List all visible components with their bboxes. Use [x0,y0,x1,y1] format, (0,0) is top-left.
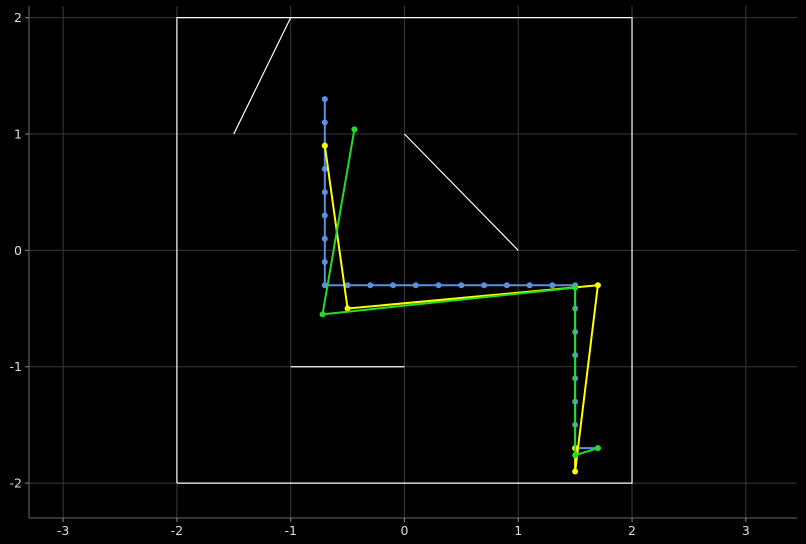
y-tick-label: 0 [14,243,22,258]
data-point [321,189,328,196]
data-series [319,96,601,475]
data-point [321,119,328,126]
series-line [323,99,598,450]
tick-labels: -3 -2 -1 0 1 2 3 -2 -1 0 1 2 [10,10,750,538]
x-tick-label: -3 [57,523,69,538]
data-point [594,445,601,452]
x-tick-label: -2 [171,523,183,538]
y-tick-label: 1 [14,127,22,142]
axes [25,6,797,522]
data-point [458,282,465,289]
series-3 [319,126,601,459]
y-tick-label: -2 [10,476,22,491]
data-point [572,452,579,459]
grid [29,6,797,518]
reference-shape [233,17,292,135]
x-tick-label: 0 [400,523,408,538]
data-point [526,282,533,289]
chart: -3 -2 -1 0 1 2 3 -2 -1 0 1 2 [10,6,797,538]
data-point [367,282,374,289]
x-tick-label: -1 [284,523,296,538]
data-point [594,282,601,289]
data-point [321,96,328,103]
data-point [435,282,442,289]
data-point [321,142,328,149]
x-tick-label: 2 [628,523,636,538]
data-point [351,126,358,133]
data-point [390,282,397,289]
y-tick-label: 2 [14,10,22,25]
data-point [319,311,326,318]
data-point [549,282,556,289]
data-point [572,468,579,475]
data-point [503,282,510,289]
series-1 [321,96,601,452]
x-tick-label: 3 [742,523,750,538]
series-line [323,145,599,473]
series-line [321,129,599,457]
reference-shape [404,133,519,251]
data-point [321,212,328,219]
x-tick-label: 1 [514,523,522,538]
data-point [412,282,419,289]
data-point [321,259,328,265]
data-point [572,284,579,291]
y-tick-label: -1 [10,359,22,374]
data-point [481,282,488,289]
data-point [321,235,328,242]
